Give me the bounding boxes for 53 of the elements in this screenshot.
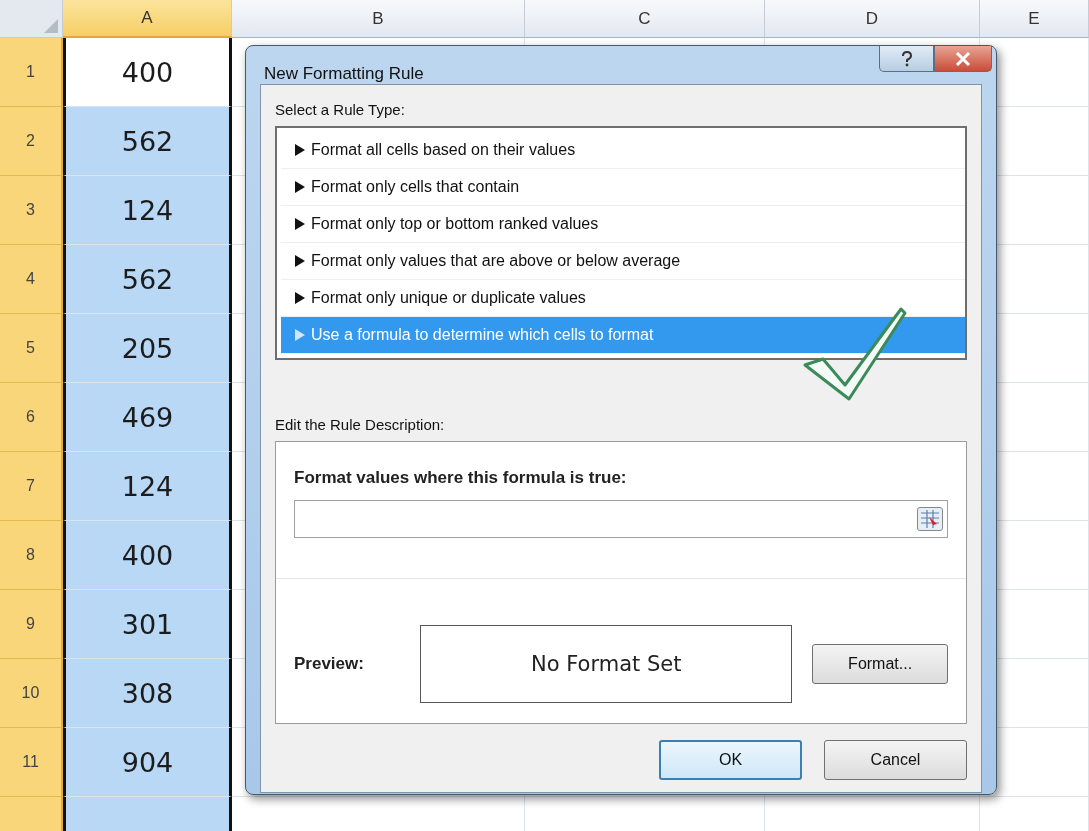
- row-header[interactable]: 3: [0, 176, 63, 245]
- row-header[interactable]: 9: [0, 590, 63, 659]
- table-cell[interactable]: 562: [63, 245, 232, 314]
- table-cell[interactable]: [63, 797, 232, 831]
- row-header[interactable]: 5: [0, 314, 63, 383]
- rule-type-label: Select a Rule Type:: [275, 101, 406, 118]
- help-button[interactable]: [879, 46, 934, 72]
- triangle-icon: [295, 181, 305, 193]
- table-cell[interactable]: 400: [63, 521, 232, 590]
- triangle-icon: [295, 292, 305, 304]
- row-header[interactable]: 6: [0, 383, 63, 452]
- ok-button[interactable]: OK: [659, 740, 802, 780]
- column-header[interactable]: B: [232, 0, 525, 38]
- triangle-icon: [295, 329, 305, 341]
- format-button[interactable]: Format...: [812, 644, 948, 684]
- description-label: Edit the Rule Description:: [275, 416, 446, 433]
- row-header[interactable]: 8: [0, 521, 63, 590]
- table-cell[interactable]: 124: [63, 176, 232, 245]
- row-header[interactable]: 4: [0, 245, 63, 314]
- table-cell[interactable]: 562: [63, 107, 232, 176]
- table-cell[interactable]: 308: [63, 659, 232, 728]
- preview-box: No Format Set: [420, 625, 793, 703]
- corner-triangle-icon[interactable]: [44, 19, 58, 33]
- column-header[interactable]: A: [63, 0, 232, 38]
- row-header[interactable]: 10: [0, 659, 63, 728]
- table-cell[interactable]: 904: [63, 728, 232, 797]
- help-icon: [899, 50, 914, 67]
- rule-type-item[interactable]: Format all cells based on their values: [281, 132, 965, 169]
- close-icon: [955, 51, 971, 66]
- table-cell[interactable]: 469: [63, 383, 232, 452]
- row-header[interactable]: 11: [0, 728, 63, 797]
- column-header[interactable]: D: [765, 0, 980, 38]
- table-cell[interactable]: 205: [63, 314, 232, 383]
- preview-label: Preview:: [294, 654, 365, 674]
- triangle-icon: [295, 144, 305, 156]
- table-cell[interactable]: 400: [63, 38, 232, 107]
- row-header[interactable]: [0, 797, 63, 831]
- column-header[interactable]: C: [525, 0, 765, 38]
- formula-label: Format values where this formula is true:: [294, 468, 628, 488]
- table-cell[interactable]: 124: [63, 452, 232, 521]
- row-header[interactable]: 2: [0, 107, 63, 176]
- rule-type-item[interactable]: Format only cells that contain: [281, 169, 965, 206]
- cancel-button[interactable]: Cancel: [824, 740, 967, 780]
- table-cell[interactable]: 301: [63, 590, 232, 659]
- row-header[interactable]: 1: [0, 38, 63, 107]
- row-header[interactable]: 7: [0, 452, 63, 521]
- close-button[interactable]: [934, 46, 992, 72]
- triangle-icon: [295, 218, 305, 230]
- rule-type-item[interactable]: Format only top or bottom ranked values: [281, 206, 965, 243]
- rule-type-item[interactable]: Format only values that are above or below average: [281, 243, 965, 280]
- window-title: New Formatting Rule: [264, 64, 425, 84]
- column-header[interactable]: E: [980, 0, 1089, 38]
- triangle-icon: [295, 255, 305, 267]
